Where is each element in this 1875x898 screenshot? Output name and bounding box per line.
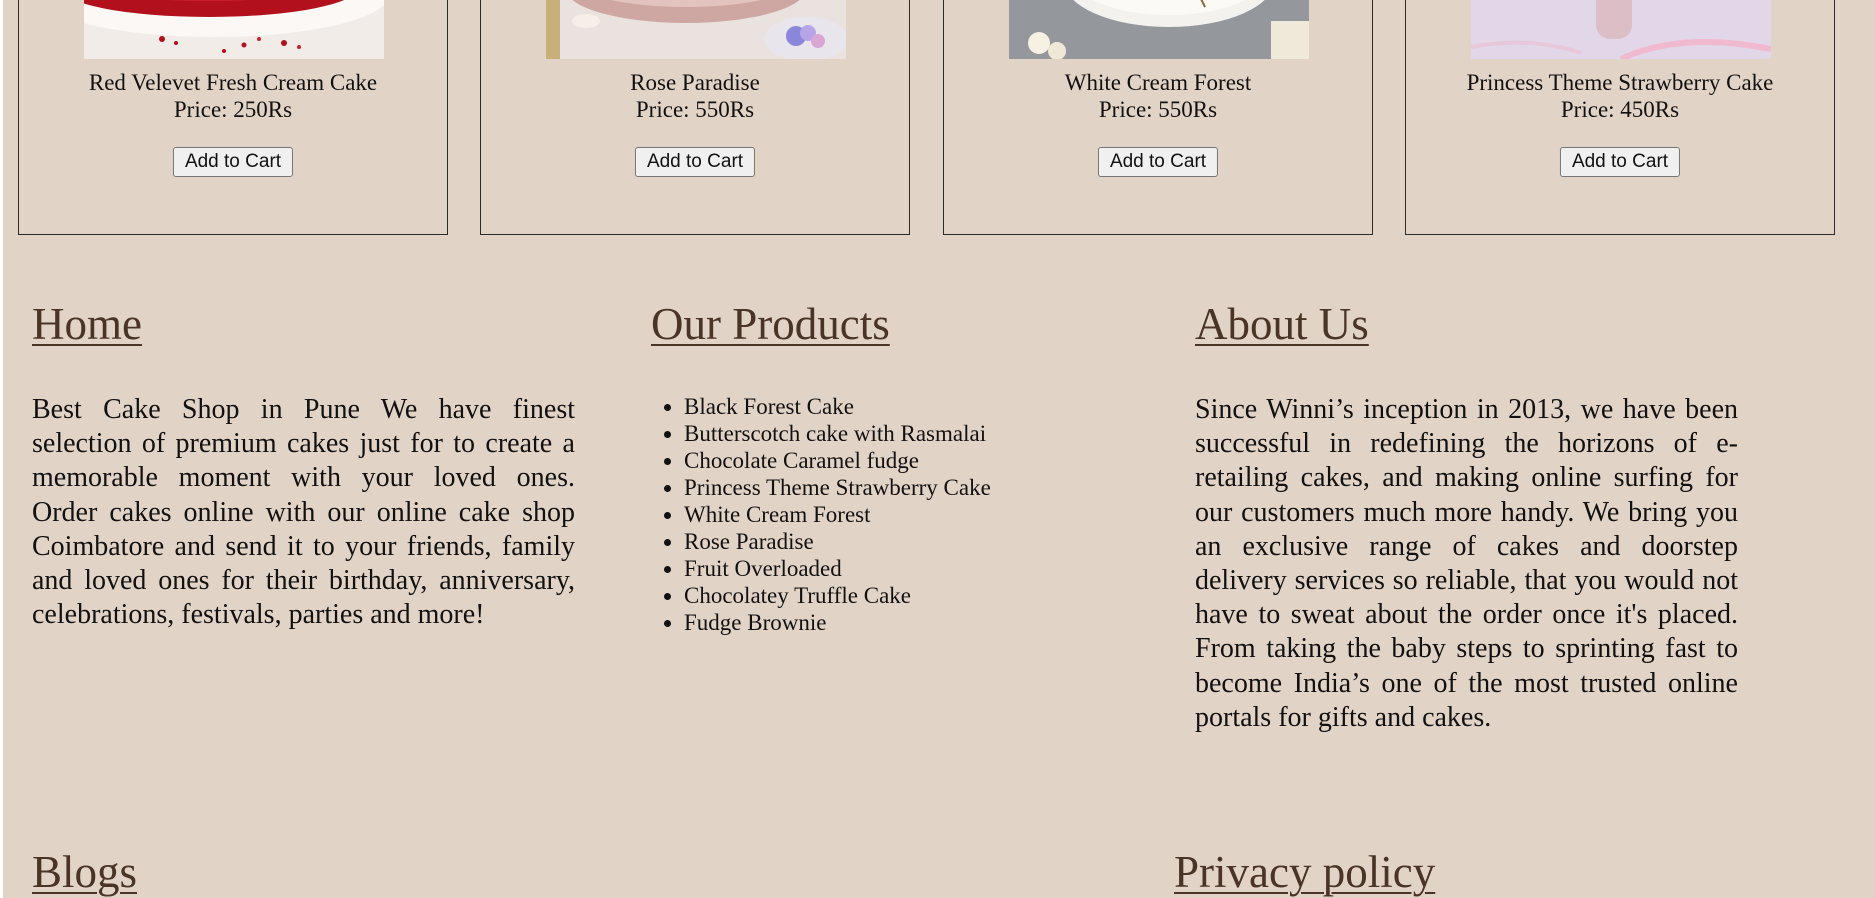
product-price: Price: 450Rs <box>1560 97 1680 122</box>
product-list: Black Forest Cake Butterscotch cake with… <box>651 393 991 636</box>
add-to-cart-button[interactable]: Add to Cart <box>634 147 756 177</box>
product-name: Princess Theme Strawberry Cake <box>1466 70 1774 95</box>
product-price: Price: 250Rs <box>173 97 293 122</box>
privacy-policy-link[interactable]: Privacy policy <box>1174 850 1435 895</box>
blogs-link[interactable]: Blogs <box>32 850 137 895</box>
add-to-cart-button[interactable]: Add to Cart <box>172 147 294 177</box>
product-image-red-velvet[interactable] <box>84 0 384 59</box>
home-description: Best Cake Shop in Pune We have finest se… <box>32 394 575 631</box>
list-item: Black Forest Cake <box>684 393 991 420</box>
product-image-white-cream-forest[interactable] <box>1009 0 1309 59</box>
product-image-princess-theme[interactable] <box>1471 0 1771 59</box>
product-name: Red Velevet Fresh Cream Cake <box>88 70 378 95</box>
list-item: Chocolate Caramel fudge <box>684 447 991 474</box>
product-name: White Cream Forest <box>1064 70 1252 95</box>
list-item: Princess Theme Strawberry Cake <box>684 474 991 501</box>
page: Red Velevet Fresh Cream Cake Price: 250R… <box>3 0 1875 898</box>
product-card-princess-theme: Princess Theme Strawberry Cake Price: 45… <box>1405 0 1835 235</box>
list-item: White Cream Forest <box>684 501 991 528</box>
product-image-rose-paradise[interactable] <box>546 0 846 59</box>
product-card-rose-paradise: Rose Paradise Price: 550Rs Add to Cart <box>480 0 910 235</box>
add-to-cart-button[interactable]: Add to Cart <box>1097 147 1219 177</box>
list-item: Butterscotch cake with Rasmalai <box>684 420 991 447</box>
product-price: Price: 550Rs <box>1098 97 1218 122</box>
our-products-link[interactable]: Our Products <box>651 302 890 347</box>
about-us-link[interactable]: About Us <box>1195 302 1369 347</box>
add-to-cart-button[interactable]: Add to Cart <box>1559 147 1681 177</box>
list-item: Rose Paradise <box>684 528 991 555</box>
product-card-red-velvet: Red Velevet Fresh Cream Cake Price: 250R… <box>18 0 448 235</box>
list-item: Fruit Overloaded <box>684 555 991 582</box>
product-price: Price: 550Rs <box>635 97 755 122</box>
list-item: Fudge Brownie <box>684 609 991 636</box>
list-item: Chocolatey Truffle Cake <box>684 582 991 609</box>
product-card-white-cream-forest: White Cream Forest Price: 550Rs Add to C… <box>943 0 1373 235</box>
product-name: Rose Paradise <box>630 70 760 95</box>
home-link[interactable]: Home <box>32 302 142 347</box>
about-us-description: Since Winni’s inception in 2013, we have… <box>1195 394 1738 733</box>
